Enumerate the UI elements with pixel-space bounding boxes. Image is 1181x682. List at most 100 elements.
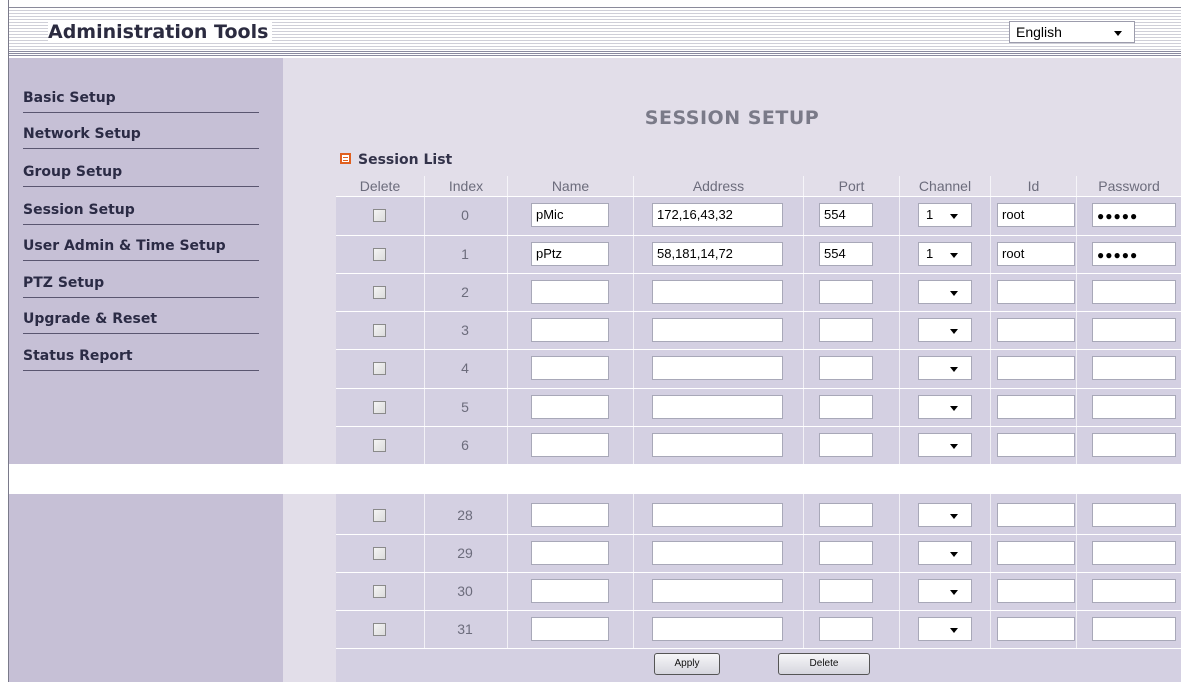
channel-select[interactable]: 1 [918, 203, 972, 227]
port-input[interactable] [819, 395, 873, 419]
address-input[interactable] [652, 541, 783, 565]
address-input[interactable] [652, 579, 783, 603]
address-input[interactable] [652, 395, 783, 419]
name-input[interactable] [531, 356, 609, 380]
port-input[interactable] [819, 356, 873, 380]
name-input[interactable] [531, 579, 609, 603]
column-divider [424, 176, 425, 464]
sidebar-item-ptz-setup[interactable]: PTZ Setup [23, 262, 259, 298]
delete-checkbox[interactable] [373, 324, 386, 337]
row-divider [336, 534, 1181, 535]
language-select[interactable]: English [1009, 21, 1135, 43]
delete-checkbox[interactable] [373, 362, 386, 375]
address-input[interactable]: 58,181,14,72 [652, 242, 783, 266]
row-divider [336, 426, 1181, 427]
address-input[interactable] [652, 318, 783, 342]
password-input[interactable] [1092, 395, 1176, 419]
channel-select[interactable] [918, 617, 972, 641]
header-divider [9, 51, 1181, 57]
name-input[interactable] [531, 433, 609, 457]
id-input[interactable] [997, 280, 1075, 304]
delete-checkbox[interactable] [373, 509, 386, 522]
sidebar-item-upgrade-reset[interactable]: Upgrade & Reset [23, 298, 259, 334]
sidebar-item-session-setup[interactable]: Session Setup [23, 189, 259, 225]
name-input[interactable]: pPtz [531, 242, 609, 266]
chevron-down-icon [950, 291, 958, 296]
port-input[interactable] [819, 579, 873, 603]
channel-select[interactable] [918, 318, 972, 342]
name-input[interactable] [531, 541, 609, 565]
channel-select[interactable]: 1 [918, 242, 972, 266]
delete-checkbox[interactable] [373, 585, 386, 598]
password-input[interactable] [1092, 280, 1176, 304]
name-input[interactable] [531, 503, 609, 527]
channel-select[interactable] [918, 433, 972, 457]
port-input[interactable] [819, 318, 873, 342]
address-input[interactable] [652, 433, 783, 457]
password-input[interactable] [1092, 541, 1176, 565]
address-input[interactable]: 172,16,43,32 [652, 203, 783, 227]
channel-select[interactable] [918, 395, 972, 419]
port-input[interactable] [819, 617, 873, 641]
name-input[interactable] [531, 318, 609, 342]
channel-select[interactable] [918, 280, 972, 304]
column-divider [899, 176, 900, 464]
sidebar-item-group-setup[interactable]: Group Setup [23, 151, 259, 187]
port-input[interactable] [819, 503, 873, 527]
column-divider [899, 494, 900, 648]
delete-checkbox[interactable] [373, 623, 386, 636]
id-input[interactable] [997, 433, 1075, 457]
password-input[interactable] [1092, 617, 1176, 641]
id-input[interactable] [997, 395, 1075, 419]
password-input[interactable]: ●●●●● [1092, 242, 1176, 266]
column-header-id: Id [1027, 178, 1040, 194]
delete-checkbox[interactable] [373, 209, 386, 222]
name-input[interactable]: pMic [531, 203, 609, 227]
id-input[interactable] [997, 541, 1075, 565]
address-input[interactable] [652, 356, 783, 380]
divider [23, 333, 259, 334]
column-divider [990, 494, 991, 648]
password-input[interactable] [1092, 579, 1176, 603]
column-header-channel: Channel [918, 178, 972, 194]
channel-select[interactable] [918, 356, 972, 380]
apply-button[interactable]: Apply [654, 653, 720, 675]
divider [23, 260, 259, 261]
password-input[interactable] [1092, 318, 1176, 342]
port-input[interactable] [819, 280, 873, 304]
port-input[interactable] [819, 433, 873, 457]
name-input[interactable] [531, 395, 609, 419]
port-input[interactable] [819, 541, 873, 565]
address-input[interactable] [652, 617, 783, 641]
id-input[interactable] [997, 579, 1075, 603]
port-input[interactable]: 554 [819, 203, 873, 227]
address-input[interactable] [652, 503, 783, 527]
name-input[interactable] [531, 280, 609, 304]
delete-checkbox[interactable] [373, 286, 386, 299]
channel-select[interactable] [918, 503, 972, 527]
name-input[interactable] [531, 617, 609, 641]
sidebar-item-user-admin-time-setup[interactable]: User Admin & Time Setup [23, 225, 259, 261]
delete-checkbox[interactable] [373, 401, 386, 414]
column-divider [633, 176, 634, 464]
password-input[interactable]: ●●●●● [1092, 203, 1176, 227]
password-input[interactable] [1092, 503, 1176, 527]
delete-button[interactable]: Delete [778, 653, 870, 675]
password-input[interactable] [1092, 356, 1176, 380]
id-input[interactable]: root [997, 242, 1075, 266]
delete-checkbox[interactable] [373, 248, 386, 261]
id-input[interactable] [997, 503, 1075, 527]
id-input[interactable] [997, 617, 1075, 641]
password-input[interactable] [1092, 433, 1176, 457]
sidebar-item-status-report[interactable]: Status Report [23, 335, 259, 371]
channel-select[interactable] [918, 541, 972, 565]
row-index: 3 [461, 322, 469, 338]
id-input[interactable] [997, 318, 1075, 342]
delete-checkbox[interactable] [373, 547, 386, 560]
delete-checkbox[interactable] [373, 439, 386, 452]
id-input[interactable]: root [997, 203, 1075, 227]
channel-select[interactable] [918, 579, 972, 603]
port-input[interactable]: 554 [819, 242, 873, 266]
address-input[interactable] [652, 280, 783, 304]
id-input[interactable] [997, 356, 1075, 380]
